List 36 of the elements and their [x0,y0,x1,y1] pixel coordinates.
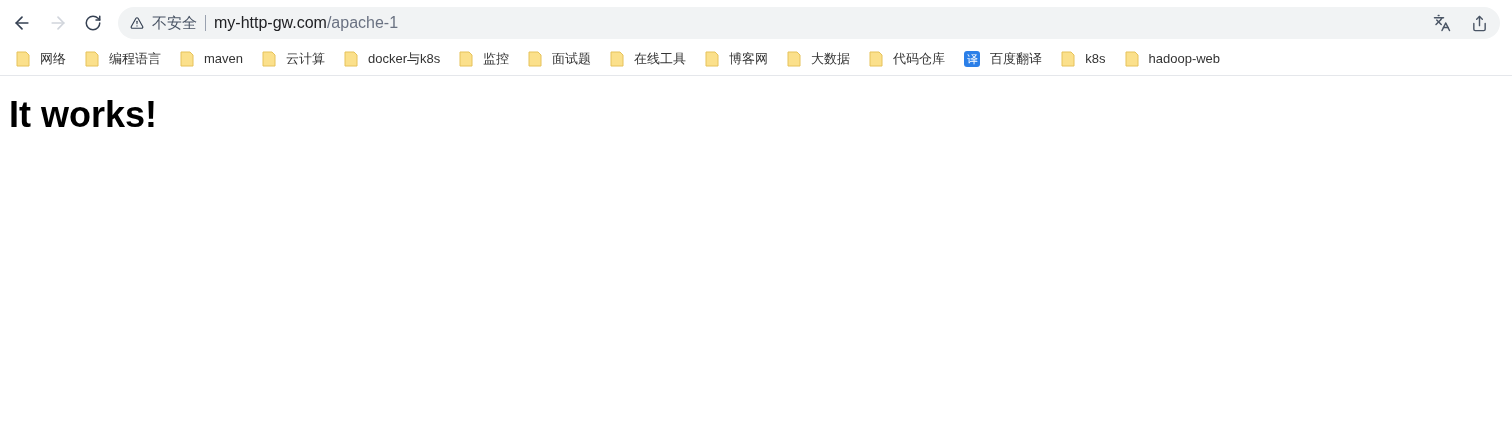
url-text: my-http-gw.com/apache-1 [214,13,399,33]
folder-icon [16,50,30,67]
folder-icon [787,50,802,67]
folder-icon [1061,50,1076,67]
folder-icon [180,50,194,67]
bookmark-item[interactable]: maven [180,48,244,69]
bookmark-item[interactable]: 监控 [459,48,510,69]
share-icon[interactable] [1471,14,1488,32]
security-label: 不安全 [152,12,197,33]
folder-icon [705,50,720,67]
bookmark-item[interactable]: 在线工具 [610,48,687,69]
folder-icon [85,50,99,67]
page-heading: It works! [8,93,159,137]
bookmark-item[interactable]: docker与k8s [344,48,441,69]
bookmark-item[interactable]: hadoop-web [1124,48,1221,69]
translate-icon[interactable] [1433,14,1451,32]
folder-icon [1124,50,1139,67]
address-bar[interactable]: 不安全 my-http-gw.com/apache-1 [118,7,1500,39]
bookmark-item[interactable]: 博客网 [705,48,769,69]
translate-site-icon: 译 [964,50,981,67]
folder-icon [344,50,359,67]
folder-icon [528,50,543,67]
bookmark-item[interactable]: 译 百度翻译 [964,48,1043,69]
bookmark-item[interactable]: 云计算 [262,48,326,69]
bookmark-item[interactable]: 大数据 [787,48,851,69]
folder-icon [610,50,625,67]
folder-icon [459,50,474,67]
reload-button[interactable] [84,14,102,32]
bookmark-item[interactable]: 网络 [16,48,66,69]
bookmark-item[interactable]: k8s [1061,48,1106,69]
bookmark-item[interactable]: 代码仓库 [869,48,946,69]
warning-icon [130,16,144,30]
folder-icon [262,50,277,67]
bookmark-item[interactable]: 编程语言 [85,48,161,69]
folder-icon [869,50,884,67]
bookmark-item[interactable]: 面试题 [528,48,592,69]
